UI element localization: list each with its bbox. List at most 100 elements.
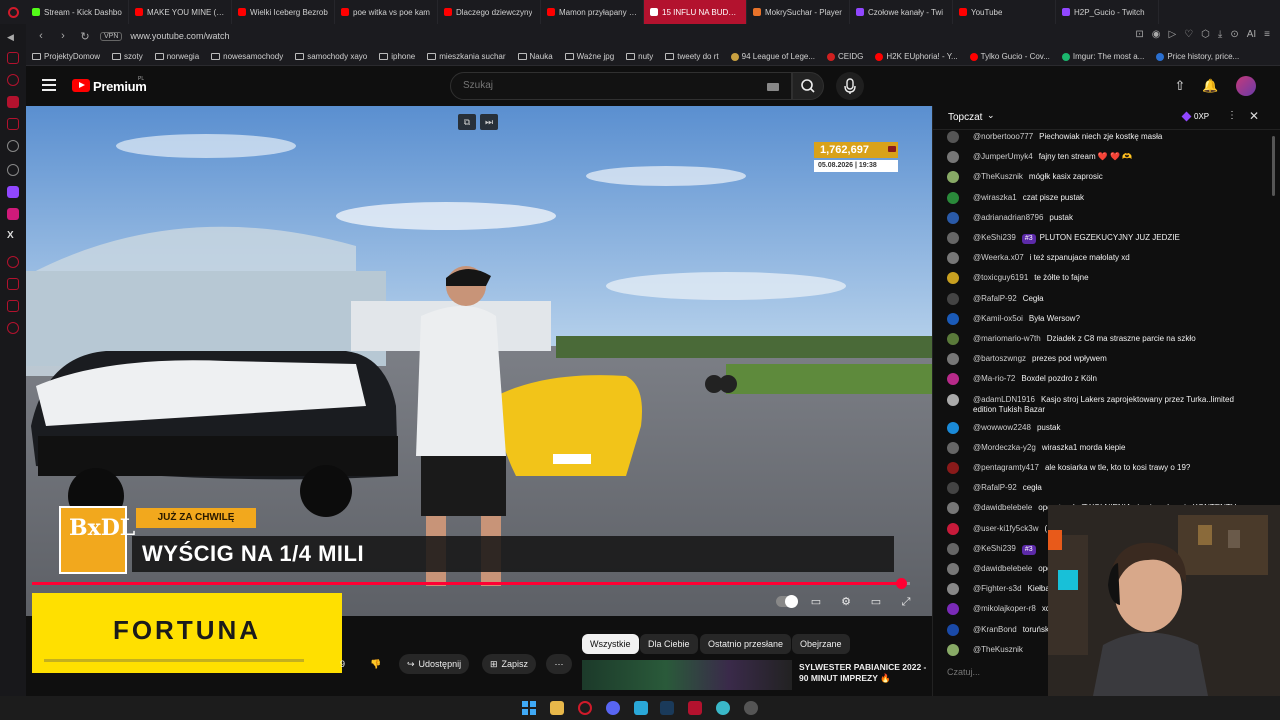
chat-username[interactable]: @adamLDN1916 (973, 395, 1035, 404)
chat-avatar[interactable] (947, 312, 959, 325)
save-button[interactable]: ⊞ Zapisz (482, 654, 537, 674)
bookmark-item[interactable]: ProjektyDomow (32, 52, 100, 61)
chat-avatar[interactable] (947, 482, 959, 495)
browser-tab[interactable]: Czołowe kanały - Twi (850, 0, 953, 24)
sidebar-aria-icon[interactable] (7, 52, 19, 64)
chat-username[interactable]: @pentagramty417 (973, 463, 1039, 472)
chat-avatar[interactable] (947, 171, 959, 184)
back-icon[interactable]: ‹ (34, 29, 48, 43)
telegram-icon[interactable] (634, 701, 648, 715)
heart-icon[interactable]: ♡ (1184, 29, 1193, 40)
chat-username[interactable]: @toxicguy6191 (973, 273, 1028, 282)
filter-chip[interactable]: Wszystkie (582, 634, 639, 654)
chat-username[interactable]: @norbertooo777 (973, 132, 1033, 141)
chat-input[interactable] (947, 662, 1047, 682)
recommendation-thumbnail[interactable] (582, 660, 792, 690)
file-explorer-icon[interactable] (550, 701, 564, 715)
chat-username[interactable]: @KranBond (973, 625, 1017, 634)
search-box[interactable] (450, 72, 792, 100)
hamburger-menu-icon[interactable] (42, 79, 56, 91)
fullscreen-icon[interactable]: ⤢ (898, 595, 914, 609)
browser-tab[interactable]: H2P_Gucio - Twitch (1056, 0, 1159, 24)
chat-avatar[interactable] (947, 252, 959, 265)
sidebar-nav-icon[interactable]: ◀ (7, 32, 19, 44)
chat-username[interactable]: @Ma-rio-72 (973, 374, 1015, 383)
chat-username[interactable]: @Fighter-s3d (973, 584, 1022, 593)
filter-chip[interactable]: Dla Ciebie (640, 634, 698, 654)
recommendation-title[interactable]: SYLWESTER PABIANICE 2022 - 90 MINUT IMPR… (799, 662, 929, 684)
settings-gear-icon[interactable]: ⚙ (838, 595, 854, 609)
bookmark-item[interactable]: Price history, price... (1156, 52, 1239, 61)
chat-username[interactable]: @Weerka.x07 (973, 253, 1024, 262)
search-input[interactable] (463, 80, 743, 91)
opera-taskbar-icon[interactable] (578, 701, 592, 715)
chat-avatar[interactable] (947, 441, 959, 454)
windows-start-icon[interactable] (522, 701, 536, 715)
dislike-button[interactable]: 👎 (362, 654, 390, 674)
chat-mode-label[interactable]: Topczat (948, 112, 982, 123)
browser-tab[interactable]: YouTube (953, 0, 1056, 24)
reload-icon[interactable]: ↻ (78, 29, 92, 43)
subtitles-icon[interactable]: ▭ (808, 595, 824, 609)
sidebar-player-icon[interactable] (7, 300, 19, 312)
chat-username[interactable]: @Mordeczka-y2g (973, 443, 1036, 452)
chat-avatar[interactable] (947, 462, 959, 474)
filter-chip[interactable]: Obejrzane (792, 634, 850, 654)
chat-avatar[interactable] (947, 373, 959, 386)
chat-avatar[interactable] (947, 333, 959, 345)
chat-avatar[interactable] (947, 292, 959, 305)
miniplayer-icon[interactable]: ⧉ (458, 114, 476, 130)
steam-icon[interactable] (660, 701, 674, 715)
chat-avatar[interactable] (947, 623, 959, 636)
chat-avatar[interactable] (947, 353, 959, 366)
chat-username[interactable]: @TheKusznik (973, 645, 1023, 654)
browser-tab[interactable]: Dlaczego dziewczyny (438, 0, 541, 24)
chat-close-icon[interactable]: ✕ (1249, 109, 1259, 123)
forward-icon[interactable]: › (56, 29, 70, 43)
chat-avatar[interactable] (947, 211, 959, 224)
theater-mode-icon[interactable]: ▭ (868, 595, 884, 609)
keyboard-icon[interactable] (767, 83, 779, 91)
chat-username[interactable]: @mariomario-w7th (973, 334, 1041, 343)
bookmark-item[interactable]: H2K EUphoria! - Y... (875, 52, 958, 61)
sidebar-messenger-icon[interactable] (7, 74, 19, 86)
chat-username[interactable]: @bartoszwngz (973, 354, 1026, 363)
xp-badge[interactable]: 0XP (1181, 111, 1209, 122)
browser-tab[interactable]: MAKE YOU MINE (HA (129, 0, 232, 24)
bookmark-item[interactable]: nuty (626, 52, 653, 61)
sidebar-instagram-icon[interactable] (7, 208, 19, 220)
bookmark-item[interactable]: nowesamochody (211, 52, 283, 61)
chat-more-icon[interactable]: ⋮ (1227, 110, 1237, 121)
search-button[interactable] (792, 72, 824, 100)
more-actions-button[interactable]: ⋯ (546, 654, 572, 674)
share-button[interactable]: ↪ Udostępnij (399, 654, 470, 674)
browser-tab[interactable]: Wielki Iceberg Bezrob (232, 0, 335, 24)
browser-tab[interactable]: 15 INFLU NA BUDOWIE (644, 0, 747, 24)
fortuna-ad[interactable]: FORTUNA (32, 593, 342, 673)
chat-username[interactable]: @JumperUmyk4 (973, 152, 1033, 161)
autoplay-toggle[interactable] (776, 595, 798, 608)
chat-avatar[interactable] (947, 522, 959, 535)
address-bar-url[interactable]: www.youtube.com/watch (130, 31, 229, 41)
chat-username[interactable]: @mikolajkoper-r8 (973, 604, 1036, 613)
browser-tab[interactable]: MokrySuchar - Player (747, 0, 850, 24)
obs-icon[interactable] (744, 701, 758, 715)
chat-scrollbar[interactable] (1272, 136, 1275, 196)
sidebar-extensions-icon[interactable] (7, 256, 19, 268)
chat-username[interactable]: @KeShi239 (973, 233, 1016, 242)
browser-icon[interactable] (716, 701, 730, 715)
bookmark-item[interactable]: norwegia (154, 52, 199, 61)
bookmark-item[interactable]: Tylko Gucio - Cov... (969, 52, 1050, 61)
play-icon[interactable]: ▷ (1168, 29, 1176, 40)
chat-avatar[interactable] (947, 502, 959, 515)
notifications-bell-icon[interactable]: 🔔 (1202, 78, 1218, 94)
chat-avatar[interactable] (947, 603, 959, 616)
chat-username[interactable]: @Kamil-ox5oi (973, 314, 1023, 323)
ai-icon[interactable]: AI (1247, 29, 1256, 40)
bookmark-item[interactable]: samochody xayo (295, 52, 367, 61)
discord-icon[interactable] (606, 701, 620, 715)
filter-chip[interactable]: Ostatnio przesłane (700, 634, 792, 654)
chat-avatar[interactable] (947, 643, 959, 656)
chat-avatar[interactable] (947, 563, 959, 575)
browser-tab[interactable]: poe witka vs poe kam (335, 0, 438, 24)
